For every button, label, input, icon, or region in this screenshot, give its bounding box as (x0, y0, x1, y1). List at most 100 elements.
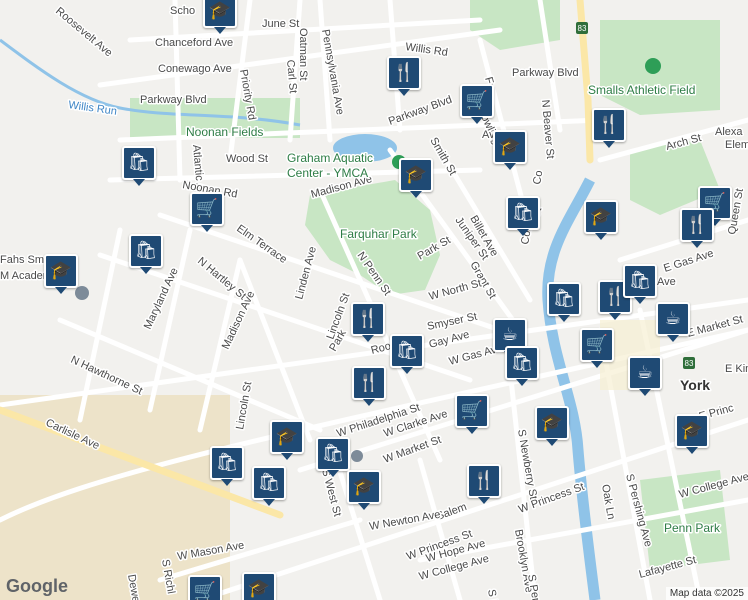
park-label-noonan: Noonan Fields (186, 125, 263, 139)
park-label-penn: Penn Park (664, 521, 721, 535)
school-pin[interactable]: 🎓 (242, 572, 276, 600)
water-label-willis-run: Willis Run (68, 99, 118, 118)
street-label: E King (725, 363, 748, 375)
shopping-pin[interactable]: 🛍 (316, 437, 350, 477)
school-pin[interactable]: 🎓 (270, 420, 304, 460)
highway-shield-icon: 83 (683, 357, 695, 369)
school-icon: 🎓 (208, 0, 232, 21)
school-pin[interactable]: 🎓 (535, 406, 569, 446)
grocery-pin[interactable]: 🛒 (580, 328, 614, 368)
shopping-pin[interactable]: 🛍 (547, 282, 581, 322)
shopping-cart-icon: 🛒 (460, 400, 484, 421)
school-icon: 🎓 (404, 164, 428, 185)
grocery-pin[interactable]: 🛒 (190, 192, 224, 232)
shopping-pin[interactable]: 🛍 (252, 466, 286, 506)
school-pin[interactable]: 🎓 (44, 254, 78, 294)
street-label: Co (531, 170, 545, 186)
map-canvas[interactable]: Roosevelt Ave June St Chanceford Ave Oat… (0, 0, 748, 600)
coffee-pin[interactable]: ☕ (628, 356, 662, 396)
restaurant-icon: 🍴 (357, 372, 381, 393)
shopping-cart-icon: 🛒 (193, 581, 217, 600)
restaurant-icon: 🍴 (392, 62, 416, 83)
restaurant-icon: 🍴 (685, 214, 709, 235)
restaurant-pin[interactable]: 🍴 (680, 208, 714, 248)
shopping-bag-icon: 🛍 (127, 152, 151, 173)
school-pin[interactable]: 🎓 (347, 470, 381, 510)
park-marker-icon (645, 58, 661, 74)
street-label: Ave (657, 276, 676, 288)
highway-shield-icon: 83 (576, 22, 588, 34)
restaurant-pin[interactable]: 🍴 (352, 366, 386, 406)
restaurant-pin[interactable]: 🍴 (467, 464, 501, 504)
grocery-pin[interactable]: 🛒 (460, 84, 494, 124)
shopping-pin[interactable]: 🛍 (623, 264, 657, 304)
street-label: Carl St (284, 59, 299, 94)
school-marker-icon (75, 286, 89, 300)
restaurant-icon: 🍴 (356, 308, 380, 329)
shopping-bag-icon: 🛍 (257, 472, 281, 493)
coffee-cup-icon: ☕ (501, 324, 519, 345)
shopping-cart-icon: 🛒 (585, 334, 609, 355)
shopping-bag-icon: 🛍 (628, 270, 652, 291)
place-label-elem: Elem (725, 139, 748, 151)
shopping-bag-icon: 🛍 (215, 452, 239, 473)
shopping-bag-icon: 🛍 (134, 240, 158, 261)
place-label-graham-2: Center - YMCA (287, 166, 368, 180)
street-label: S Pe (485, 588, 501, 600)
coffee-pin[interactable]: ☕ (656, 302, 690, 342)
place-label-fahs: Fahs Sm (0, 254, 44, 266)
place-label-school: Scho (170, 5, 195, 17)
park-label-smalls: Smalls Athletic Field (588, 83, 695, 97)
shopping-pin[interactable]: 🛍 (390, 334, 424, 374)
shopping-pin[interactable]: 🛍 (210, 446, 244, 486)
school-pin[interactable]: 🎓 (675, 414, 709, 454)
street-label: Chanceford Ave (155, 37, 233, 49)
street-label: Lincoln St (234, 381, 254, 431)
street-label: June St (262, 18, 299, 30)
street-label: Oatman St (297, 28, 309, 81)
school-icon: 🎓 (275, 426, 299, 447)
school-icon: 🎓 (352, 476, 376, 497)
school-icon: 🎓 (498, 136, 522, 157)
shopping-pin[interactable]: 🛍 (129, 234, 163, 274)
school-icon: 🎓 (540, 412, 564, 433)
street-label: W North St (428, 277, 483, 303)
place-label-graham-1: Graham Aquatic (287, 151, 373, 165)
place-label-alexa: Alexa (715, 126, 743, 138)
restaurant-icon: 🍴 (597, 114, 621, 135)
school-icon: 🎓 (247, 578, 271, 599)
street-label: Gay Ave (428, 329, 471, 351)
school-pin[interactable]: 🎓 (399, 158, 433, 198)
city-label-york: York (680, 377, 710, 393)
street-label: Oak Ln (599, 483, 617, 520)
street-label: W Newton Ave (368, 509, 441, 533)
school-pin[interactable]: 🎓 (203, 0, 237, 34)
shopping-bag-icon: 🛍 (510, 352, 534, 373)
map-data-credit[interactable]: Map data ©2025 (665, 587, 748, 600)
shopping-pin[interactable]: 🛍 (506, 196, 540, 236)
restaurant-pin[interactable]: 🍴 (387, 56, 421, 96)
street-label: Linden Ave (293, 245, 319, 301)
street-label: Conewago Ave (158, 63, 232, 75)
google-logo: Google (6, 576, 68, 596)
shopping-pin[interactable]: 🛍 (122, 146, 156, 186)
street-label: Wood St (226, 153, 268, 165)
school-pin[interactable]: 🎓 (493, 130, 527, 170)
shopping-bag-icon: 🛍 (395, 340, 419, 361)
shopping-bag-icon: 🛍 (321, 443, 345, 464)
restaurant-pin[interactable]: 🍴 (351, 302, 385, 342)
grocery-pin[interactable]: 🛒 (455, 394, 489, 434)
street-label: N Beaver St (539, 99, 556, 159)
shopping-cart-icon: 🛒 (195, 198, 219, 219)
coffee-cup-icon: ☕ (664, 308, 682, 329)
hospital-marker-icon (351, 450, 363, 462)
grocery-pin[interactable]: 🛒 (188, 575, 222, 600)
street-label: E Gas Ave (662, 247, 715, 274)
restaurant-pin[interactable]: 🍴 (592, 108, 626, 148)
school-icon: 🎓 (680, 420, 704, 441)
coffee-cup-icon: ☕ (636, 362, 654, 383)
shopping-bag-icon: 🛍 (552, 288, 576, 309)
school-icon: 🎓 (589, 206, 613, 227)
shopping-pin[interactable]: 🛍 (505, 346, 539, 386)
school-pin[interactable]: 🎓 (584, 200, 618, 240)
